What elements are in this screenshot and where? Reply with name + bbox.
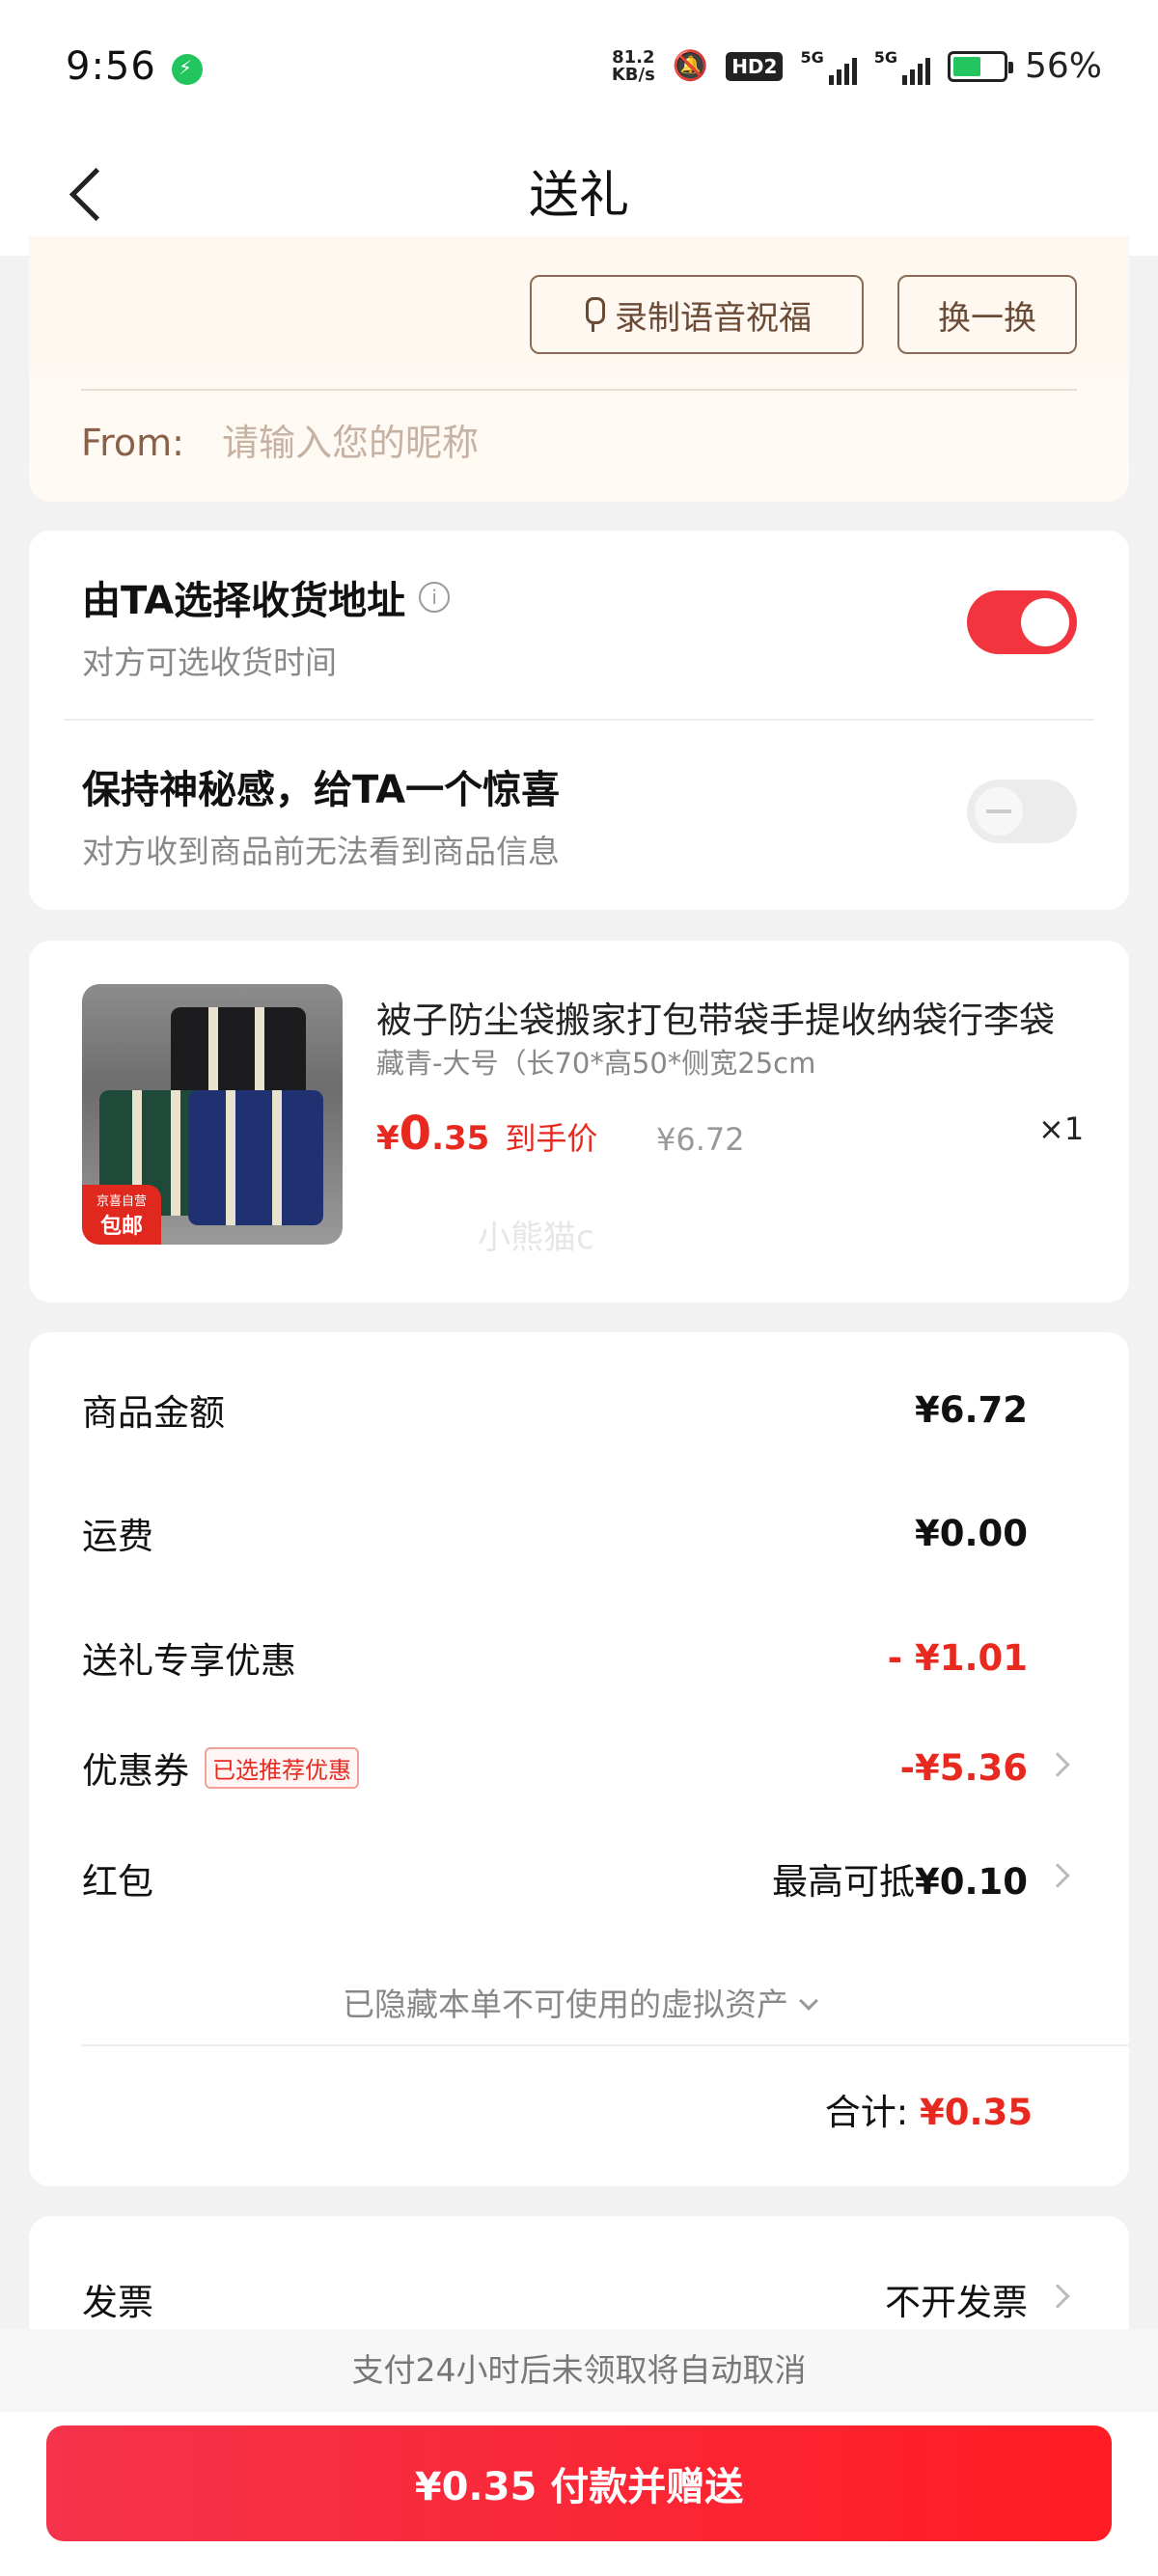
gift-options-card: 由TA选择收货地址 i 对方可选收货时间 保持神秘感，给TA一个惊喜 对方收到商… xyxy=(29,531,1129,910)
coupon-tag: 已选推荐优惠 xyxy=(205,1746,359,1789)
network-speed-unit: KB/s xyxy=(611,64,655,85)
summary-row-goods-amount: 商品金额 ¥6.72 xyxy=(82,1381,1076,1439)
nickname-input[interactable] xyxy=(222,416,994,470)
hidden-assets-text: 已隐藏本单不可使用的虚拟资产 xyxy=(343,1986,788,2023)
total-value: ¥0.35 xyxy=(919,2092,1033,2133)
summary-row-coupon[interactable]: 优惠券 已选推荐优惠 -¥5.36 xyxy=(82,1739,1076,1796)
invoice-row[interactable]: 发票 不开发票 xyxy=(82,2270,1076,2328)
signal-5g-icon-2: 5G xyxy=(874,48,930,85)
recipient-address-toggle[interactable] xyxy=(967,590,1077,654)
microphone-icon xyxy=(582,297,605,332)
auto-cancel-notice: 支付24小时后未领取将自动取消 xyxy=(0,2329,1158,2412)
hd-voice-icon: HD2 xyxy=(726,51,784,81)
product-spec: 藏青-大号（长70*高50*侧宽25cm xyxy=(376,1047,816,1080)
summary-row-gift-discount: 送礼专享优惠 - ¥1.01 xyxy=(82,1629,1076,1686)
coupon-label: 优惠券 xyxy=(82,1750,189,1792)
info-icon[interactable]: i xyxy=(419,582,451,613)
option-title-text: 保持神秘感，给TA一个惊喜 xyxy=(82,768,561,812)
record-voice-button[interactable]: 录制语音祝福 xyxy=(530,275,864,354)
chevron-right-icon xyxy=(1045,1863,1070,1888)
order-total: 合计: ¥0.35 xyxy=(825,2083,1033,2135)
price-integer: 0 xyxy=(399,1107,432,1161)
summary-value: -¥5.36 xyxy=(899,1746,1028,1789)
mute-vibrate-icon: 🔕 xyxy=(672,49,709,83)
option-title: 由TA选择收货地址 i xyxy=(82,569,451,625)
original-price: ¥6.72 xyxy=(656,1121,745,1158)
signal-label: 5G xyxy=(800,47,824,67)
from-label: From: xyxy=(81,422,184,464)
summary-label: 优惠券 已选推荐优惠 xyxy=(82,1741,359,1794)
chevron-right-icon xyxy=(1045,2284,1070,2309)
record-voice-label: 录制语音祝福 xyxy=(615,299,812,337)
chevron-right-icon xyxy=(1045,1752,1070,1777)
invoice-label: 发票 xyxy=(82,2282,153,2323)
signal-label: 5G xyxy=(873,47,897,67)
summary-value: - ¥1.01 xyxy=(887,1636,1028,1679)
summary-value: ¥0.00 xyxy=(914,1512,1028,1554)
total-label: 合计: xyxy=(824,2092,909,2133)
option-mystery-surprise: 保持神秘感，给TA一个惊喜 对方收到商品前无法看到商品信息 xyxy=(29,720,1129,909)
mystery-surprise-toggle[interactable] xyxy=(967,780,1077,843)
charging-icon xyxy=(172,54,203,85)
invoice-value: 不开发票 xyxy=(885,2282,1028,2323)
option-subtitle: 对方可选收货时间 xyxy=(82,644,337,681)
greeting-card: 录制语音祝福 换一换 From: xyxy=(29,236,1129,502)
free-shipping-badge: 京喜自营 包邮 xyxy=(82,1185,161,1245)
badge-main-text: 包邮 xyxy=(99,1215,143,1239)
battery-icon xyxy=(947,50,1013,82)
price-currency: ¥ xyxy=(376,1119,400,1158)
option-subtitle: 对方收到商品前无法看到商品信息 xyxy=(82,833,560,870)
swap-greeting-button[interactable]: 换一换 xyxy=(897,275,1077,354)
option-title: 保持神秘感，给TA一个惊喜 xyxy=(82,758,560,814)
product-title[interactable]: 被子防尘袋搬家打包带袋手提收纳袋行李袋 xyxy=(376,991,1090,1043)
order-summary-card: 商品金额 ¥6.72 运费 ¥0.00 送礼专享优惠 - ¥1.01 优惠券 已… xyxy=(29,1332,1129,2186)
price-tag: 到手价 xyxy=(505,1120,598,1157)
bottom-bar: 支付24小时后未领取将自动取消 ¥0.35 付款并赠送 xyxy=(0,2329,1158,2576)
summary-label: 红包 xyxy=(82,1861,153,1903)
pay-and-gift-button[interactable]: ¥0.35 付款并赠送 xyxy=(46,2425,1112,2541)
option-recipient-address: 由TA选择收货地址 i 对方可选收货时间 xyxy=(29,531,1129,720)
chevron-down-icon xyxy=(799,1991,818,2011)
summary-label: 送礼专享优惠 xyxy=(82,1640,296,1682)
product-quantity: ×1 xyxy=(1038,1110,1085,1147)
summary-label: 商品金额 xyxy=(82,1392,225,1434)
option-title-text: 由TA选择收货地址 xyxy=(82,579,406,623)
product-image[interactable]: 京喜自营 包邮 xyxy=(82,984,343,1245)
summary-label: 运费 xyxy=(82,1516,153,1557)
product-card: 京喜自营 包邮 被子防尘袋搬家打包带袋手提收纳袋行李袋 藏青-大号（长70*高5… xyxy=(29,941,1129,1302)
status-icons: 81.2 KB/s 🔕 HD2 5G 5G 56% xyxy=(612,46,1102,86)
red-packet-prefix: 最高可抵 xyxy=(771,1861,915,1903)
badge-top-text: 京喜自营 xyxy=(96,1194,147,1209)
status-bar: 9:56 81.2 KB/s 🔕 HD2 5G 5G 56% xyxy=(0,0,1158,135)
hidden-assets-toggle[interactable]: 已隐藏本单不可使用的虚拟资产 xyxy=(29,1979,1129,2025)
red-packet-amount: ¥0.10 xyxy=(914,1861,1028,1903)
watermark: 小熊猫c xyxy=(478,1219,594,1257)
battery-fill xyxy=(952,56,980,76)
status-time: 9:56 xyxy=(66,44,156,89)
product-price: ¥ 0 .35 到手价 xyxy=(376,1107,597,1161)
summary-divider xyxy=(82,2044,1129,2046)
greeting-divider xyxy=(81,389,1077,391)
summary-row-red-packet[interactable]: 红包 最高可抵¥0.10 xyxy=(82,1850,1076,1907)
price-decimal: .35 xyxy=(431,1119,490,1158)
signal-5g-icon: 5G xyxy=(800,47,857,85)
network-speed: 81.2 KB/s xyxy=(611,46,655,85)
bag-navy xyxy=(188,1090,323,1225)
summary-value: 最高可抵¥0.10 xyxy=(772,1852,1028,1905)
page-title: 送礼 xyxy=(528,167,629,225)
summary-row-shipping: 运费 ¥0.00 xyxy=(82,1504,1076,1562)
summary-value: ¥6.72 xyxy=(914,1388,1028,1431)
battery-percent: 56% xyxy=(1024,46,1102,86)
network-speed-value: 81.2 xyxy=(612,46,655,68)
